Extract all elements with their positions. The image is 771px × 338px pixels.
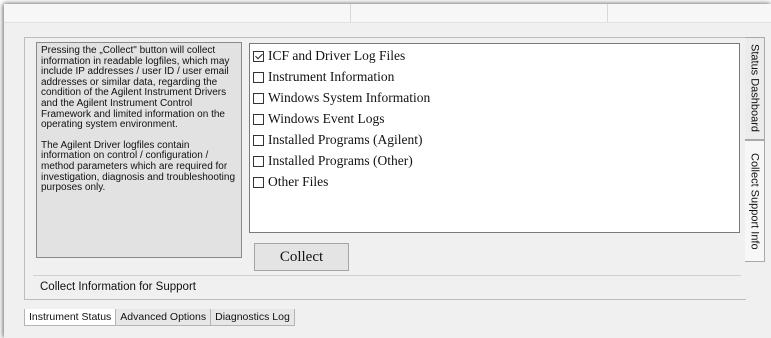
description-paragraph-1: Pressing the „Collect" button will colle… bbox=[41, 45, 230, 131]
options-checklist: ICF and Driver Log Files Instrument Info… bbox=[249, 43, 740, 233]
tab-label: Status Dashboard bbox=[748, 44, 761, 133]
option-installed-programs-agilent[interactable]: Installed Programs (Agilent) bbox=[253, 131, 422, 149]
tab-diagnostics-log[interactable]: Diagnostics Log bbox=[211, 309, 295, 326]
description-box: Pressing the „Collect" button will colle… bbox=[36, 42, 242, 258]
tab-instrument-status[interactable]: Instrument Status bbox=[24, 309, 117, 326]
checkbox-windows-event-logs[interactable] bbox=[253, 113, 264, 125]
description-paragraph-2: The Agilent Driver logfiles contain info… bbox=[41, 139, 236, 194]
tab-label: Collect Support Info bbox=[748, 152, 761, 250]
tab-status-dashboard[interactable]: Status Dashboard bbox=[745, 37, 765, 140]
top-strip-divider bbox=[350, 4, 351, 22]
option-label: Installed Programs (Other) bbox=[268, 153, 413, 168]
option-label: Windows Event Logs bbox=[268, 111, 385, 126]
checkbox-installed-programs-other[interactable] bbox=[253, 155, 264, 167]
checkbox-installed-programs-agilent[interactable] bbox=[253, 134, 264, 146]
panel-caption: Collect Information for Support bbox=[33, 275, 741, 298]
option-label: Other Files bbox=[268, 174, 329, 189]
option-label: Instrument Information bbox=[268, 69, 395, 84]
option-label: Installed Programs (Agilent) bbox=[268, 132, 423, 147]
option-icf-driver-logs[interactable]: ICF and Driver Log Files bbox=[253, 47, 405, 65]
checkbox-instrument-information[interactable] bbox=[253, 71, 264, 83]
option-windows-system-information[interactable]: Windows System Information bbox=[253, 89, 430, 107]
tab-collect-support-info[interactable]: Collect Support Info bbox=[745, 140, 765, 262]
tab-advanced-options[interactable]: Advanced Options bbox=[116, 309, 212, 326]
option-label: Windows System Information bbox=[268, 90, 431, 105]
collect-button[interactable]: Collect bbox=[254, 243, 349, 271]
bottom-tab-strip: Instrument Status Advanced Options Diagn… bbox=[24, 309, 295, 326]
checkbox-other-files[interactable] bbox=[253, 176, 264, 188]
option-instrument-information[interactable]: Instrument Information bbox=[253, 68, 394, 86]
top-tab-strip bbox=[4, 4, 771, 23]
option-windows-event-logs[interactable]: Windows Event Logs bbox=[253, 110, 384, 128]
top-strip-divider bbox=[607, 4, 608, 22]
checkbox-windows-system-information[interactable] bbox=[253, 92, 264, 104]
option-other-files[interactable]: Other Files bbox=[253, 173, 328, 191]
option-installed-programs-other[interactable]: Installed Programs (Other) bbox=[253, 152, 413, 170]
checkbox-icf-driver-logs[interactable] bbox=[253, 50, 264, 62]
option-label: ICF and Driver Log Files bbox=[268, 48, 406, 63]
